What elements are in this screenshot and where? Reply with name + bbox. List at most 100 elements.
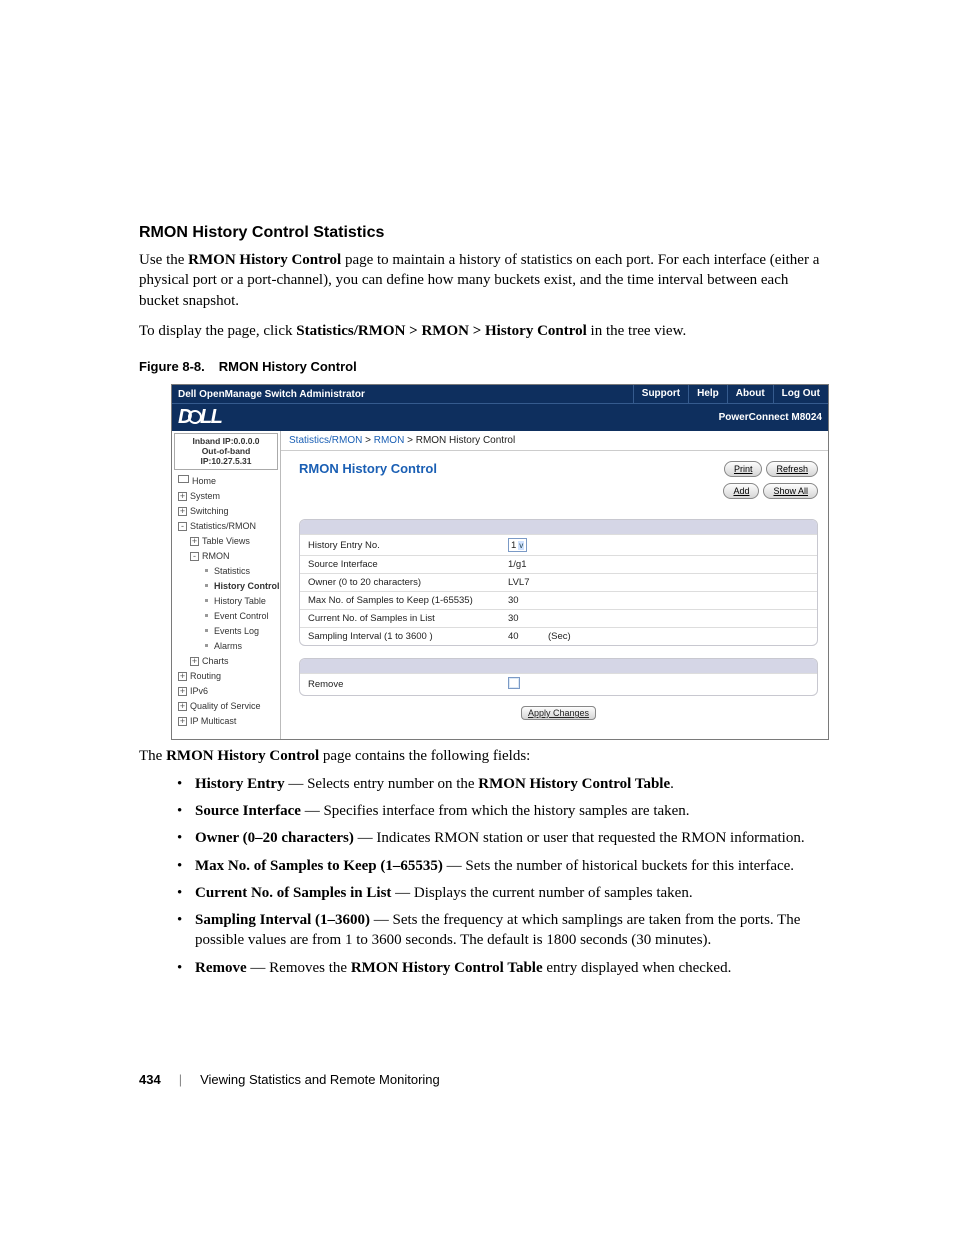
expand-icon[interactable]: + <box>190 537 199 546</box>
page-number: 434 <box>139 1072 161 1087</box>
add-button[interactable]: Add <box>723 483 759 499</box>
field-row: History Entry No. 1v <box>300 534 817 555</box>
tree-history-table[interactable]: History Table <box>176 594 280 609</box>
expand-icon[interactable]: + <box>178 492 187 501</box>
term: Max No. of Samples to Keep (1–65535) <box>195 858 443 874</box>
window-title-bar: Dell OpenManage Switch Administrator Sup… <box>172 385 828 403</box>
crumb-link[interactable]: Statistics/RMON <box>289 435 362 446</box>
text: in the tree view. <box>587 323 686 339</box>
refresh-button[interactable]: Refresh <box>766 461 818 477</box>
expand-icon[interactable]: + <box>190 657 199 666</box>
field-row: Current No. of Samples in List 30 <box>300 609 817 627</box>
expand-icon[interactable]: + <box>178 507 187 516</box>
list-item: History Entry — Selects entry number on … <box>139 774 824 794</box>
history-entry-select[interactable]: 1v <box>508 538 527 552</box>
tree-ip-multicast[interactable]: +IP Multicast <box>176 714 280 729</box>
text: — Removes the <box>247 960 351 976</box>
remove-checkbox[interactable] <box>508 677 520 689</box>
label: Switching <box>190 506 229 516</box>
term: Owner (0–20 characters) <box>195 830 354 846</box>
show-all-button[interactable]: Show All <box>763 483 818 499</box>
crumb-sep: > <box>404 435 415 446</box>
bullet-icon <box>205 584 208 587</box>
label: Home <box>192 476 216 486</box>
term: RMON History Control Table <box>351 960 543 976</box>
bullet-icon <box>205 599 208 602</box>
field-row: Max No. of Samples to Keep (1-65535) 30 <box>300 591 817 609</box>
tree-system[interactable]: +System <box>176 489 280 504</box>
collapse-icon[interactable]: - <box>190 552 199 561</box>
tree-qos[interactable]: +Quality of Service <box>176 699 280 714</box>
field-unit: (Sec) <box>548 631 571 642</box>
nav-path: Statistics/RMON > RMON > History Control <box>296 323 587 339</box>
print-button[interactable]: Print <box>724 461 763 477</box>
bullet-icon <box>205 629 208 632</box>
label: Alarms <box>214 641 242 651</box>
tab-support[interactable]: Support <box>633 385 688 403</box>
model-label: PowerConnect M8024 <box>719 412 822 423</box>
outband-ip: Out-of-band IP:10.27.5.31 <box>177 446 275 466</box>
bullet-icon <box>205 614 208 617</box>
text: page contains the following fields: <box>319 748 530 764</box>
text: entry displayed when checked. <box>543 960 732 976</box>
section-heading: RMON History Control Statistics <box>139 224 824 242</box>
label: Event Control <box>214 611 269 621</box>
screenshot-figure: Dell OpenManage Switch Administrator Sup… <box>171 384 829 740</box>
expand-icon[interactable]: + <box>178 717 187 726</box>
tree-events-log[interactable]: Events Log <box>176 624 280 639</box>
text: . <box>670 776 674 792</box>
list-item: Remove — Removes the RMON History Contro… <box>139 958 824 978</box>
list-item: Max No. of Samples to Keep (1–65535) — S… <box>139 856 824 876</box>
text: — Selects entry number on the <box>285 776 479 792</box>
tab-about[interactable]: About <box>727 385 773 403</box>
footer-separator: | <box>179 1072 182 1087</box>
tree-switching[interactable]: +Switching <box>176 504 280 519</box>
sidebar: Inband IP:0.0.0.0 Out-of-band IP:10.27.5… <box>172 431 280 739</box>
text: — Specifies interface from which the his… <box>301 803 690 819</box>
expand-icon[interactable]: + <box>178 687 187 696</box>
field-value: 1v <box>508 538 548 552</box>
tree-ipv6[interactable]: +IPv6 <box>176 684 280 699</box>
crumb-sep: > <box>362 435 373 446</box>
expand-icon[interactable]: + <box>178 672 187 681</box>
tree-home[interactable]: Home <box>176 474 280 489</box>
label: Table Views <box>202 536 250 546</box>
list-item: Source Interface — Specifies interface f… <box>139 801 824 821</box>
tree-statistics-rmon[interactable]: -Statistics/RMON <box>176 519 280 534</box>
field-row: Remove <box>300 673 817 695</box>
label: Statistics <box>214 566 250 576</box>
field-label: Sampling Interval (1 to 3600 ) <box>308 631 508 642</box>
breadcrumb: Statistics/RMON > RMON > RMON History Co… <box>281 431 828 451</box>
list-item: Owner (0–20 characters) — Indicates RMON… <box>139 828 824 848</box>
tree-alarms[interactable]: Alarms <box>176 639 280 654</box>
tree-history-control[interactable]: History Control <box>176 579 280 594</box>
tree-charts[interactable]: +Charts <box>176 654 280 669</box>
field-value: 30 <box>508 613 548 624</box>
panel-title: RMON History Control <box>299 461 437 476</box>
crumb-link[interactable]: RMON <box>374 435 405 446</box>
term: RMON History Control <box>188 252 341 268</box>
tree-statistics[interactable]: Statistics <box>176 564 280 579</box>
collapse-icon[interactable]: - <box>178 522 187 531</box>
tree-table-views[interactable]: +Table Views <box>176 534 280 549</box>
tab-logout[interactable]: Log Out <box>773 385 828 403</box>
table-header-bar <box>300 659 817 673</box>
field-value: 30 <box>508 595 548 606</box>
term: Remove <box>195 960 247 976</box>
expand-icon[interactable]: + <box>178 702 187 711</box>
tree-event-control[interactable]: Event Control <box>176 609 280 624</box>
label: History Table <box>214 596 266 606</box>
chapter-title: Viewing Statistics and Remote Monitoring <box>200 1072 440 1087</box>
chevron-down-icon: v <box>518 541 524 550</box>
page-footer: 434 | Viewing Statistics and Remote Moni… <box>139 1072 440 1087</box>
label: Events Log <box>214 626 259 636</box>
text: — Sets the number of historical buckets … <box>443 858 794 874</box>
bullet-icon <box>205 569 208 572</box>
tree-rmon[interactable]: -RMON <box>176 549 280 564</box>
window-title: Dell OpenManage Switch Administrator <box>172 389 633 400</box>
apply-changes-button[interactable]: Apply Changes <box>521 706 596 720</box>
tree-routing[interactable]: +Routing <box>176 669 280 684</box>
field-row: Source Interface 1/g1 <box>300 555 817 573</box>
tab-help[interactable]: Help <box>688 385 727 403</box>
text: — Displays the current number of samples… <box>391 885 692 901</box>
